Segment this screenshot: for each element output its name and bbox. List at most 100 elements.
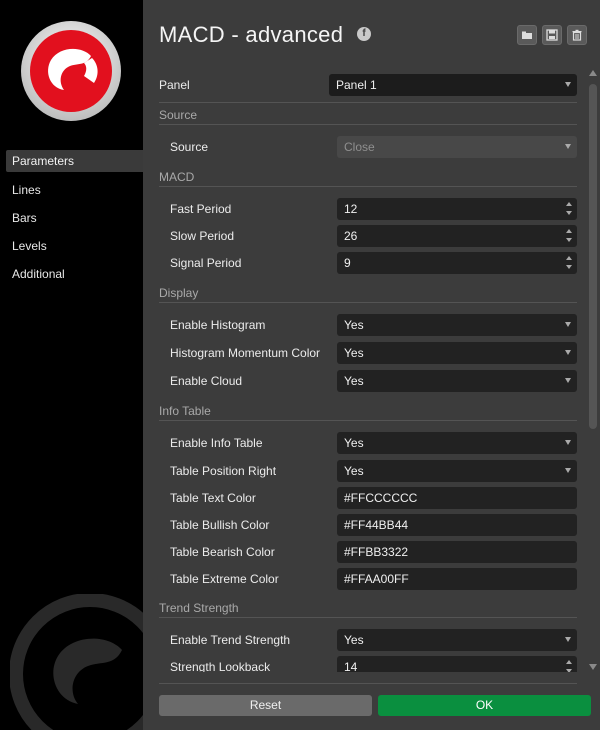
folder-icon <box>522 31 532 39</box>
source-label: Source <box>170 140 209 154</box>
section-title: Display <box>159 286 199 300</box>
source-select[interactable]: Close <box>337 136 577 158</box>
strength-lookback-label: Strength Lookback <box>170 660 271 672</box>
fast-period-stepper[interactable]: 12 <box>337 198 577 220</box>
spinner-icon[interactable] <box>566 229 572 243</box>
section-line <box>159 186 577 187</box>
signal-period-stepper[interactable]: 9 <box>337 252 577 274</box>
sidebar-item-bars[interactable]: Bars <box>0 206 143 234</box>
slow-period-stepper[interactable]: 26 <box>337 225 577 247</box>
chevron-down-icon <box>565 144 571 149</box>
section-line <box>159 617 577 618</box>
sidebar-item-additional[interactable]: Additional <box>0 262 143 290</box>
signal-period-label: Signal Period <box>170 256 242 270</box>
footer-divider <box>159 683 577 684</box>
save-preset-button[interactable] <box>542 25 562 45</box>
chevron-down-icon <box>565 468 571 473</box>
chevron-down-icon <box>565 350 571 355</box>
sidebar-item-lines[interactable]: Lines <box>0 178 143 206</box>
fast-period-label: Fast Period <box>170 202 232 216</box>
enable-trend-strength-value: Yes <box>344 633 364 647</box>
delete-preset-button[interactable] <box>567 25 587 45</box>
table-position-right-select[interactable]: Yes <box>337 460 577 482</box>
enable-info-table-select[interactable]: Yes <box>337 432 577 454</box>
source-select-value: Close <box>344 140 375 154</box>
table-position-right-row: Table Position Right Yes <box>159 460 577 482</box>
histogram-momentum-color-select[interactable]: Yes <box>337 342 577 364</box>
histogram-momentum-color-value: Yes <box>344 346 364 360</box>
table-bearish-color-row: Table Bearish Color #FFBB3322 <box>159 541 577 563</box>
reset-button[interactable]: Reset <box>159 695 372 716</box>
table-text-color-row: Table Text Color #FFCCCCCC <box>159 487 577 509</box>
chevron-down-icon <box>565 82 571 87</box>
panel-select-value: Panel 1 <box>336 78 377 92</box>
enable-histogram-select[interactable]: Yes <box>337 314 577 336</box>
enable-cloud-label: Enable Cloud <box>170 374 243 388</box>
section-title: Info Table <box>159 404 211 418</box>
fast-period-row: Fast Period 12 <box>159 198 577 220</box>
form-scroll-area: Panel Panel 1 Source Source Close MACD F… <box>143 60 600 672</box>
table-extreme-color-value: #FFAA00FF <box>344 572 409 586</box>
table-extreme-color-row: Table Extreme Color #FFAA00FF <box>159 568 577 590</box>
table-position-right-label: Table Position Right <box>170 464 277 478</box>
section-source: Source <box>159 108 577 128</box>
load-preset-button[interactable] <box>517 25 537 45</box>
panel-row: Panel Panel 1 <box>159 74 577 96</box>
info-icon[interactable]: f <box>357 27 372 42</box>
signal-period-value: 9 <box>344 256 351 270</box>
table-bullish-color-value: #FF44BB44 <box>344 518 409 532</box>
section-title: MACD <box>159 170 195 184</box>
sidebar-nav: Parameters Lines Bars Levels Additional <box>0 150 143 290</box>
settings-panel: MACD - advanced f Panel Panel 1 Source So… <box>143 0 600 730</box>
enable-histogram-label: Enable Histogram <box>170 318 266 332</box>
spinner-icon[interactable] <box>566 660 572 672</box>
enable-trend-strength-label: Enable Trend Strength <box>170 633 291 647</box>
enable-trend-strength-row: Enable Trend Strength Yes <box>159 629 577 651</box>
section-trend-strength: Trend Strength <box>159 601 577 621</box>
strength-lookback-stepper[interactable]: 14 <box>337 656 577 672</box>
app-logo <box>20 20 122 122</box>
section-line <box>159 302 577 303</box>
scroll-up-arrow[interactable] <box>589 70 597 76</box>
table-text-color-value: #FFCCCCCC <box>344 491 418 505</box>
spinner-icon[interactable] <box>566 202 572 216</box>
enable-cloud-value: Yes <box>344 374 364 388</box>
table-bearish-color-value: #FFBB3322 <box>344 545 409 559</box>
histogram-momentum-color-label: Histogram Momentum Color <box>170 346 321 360</box>
table-extreme-color-input[interactable]: #FFAA00FF <box>337 568 577 590</box>
enable-histogram-row: Enable Histogram Yes <box>159 314 577 336</box>
table-bullish-color-label: Table Bullish Color <box>170 518 270 532</box>
enable-trend-strength-select[interactable]: Yes <box>337 629 577 651</box>
slow-period-value: 26 <box>344 229 358 243</box>
panel-label: Panel <box>159 78 190 92</box>
fast-period-value: 12 <box>344 202 358 216</box>
chevron-down-icon <box>565 637 571 642</box>
section-title: Trend Strength <box>159 601 239 615</box>
divider <box>159 102 577 103</box>
slow-period-label: Slow Period <box>170 229 235 243</box>
ok-button[interactable]: OK <box>378 695 591 716</box>
table-bearish-color-input[interactable]: #FFBB3322 <box>337 541 577 563</box>
spinner-icon[interactable] <box>566 256 572 270</box>
table-bullish-color-input[interactable]: #FF44BB44 <box>337 514 577 536</box>
section-info-table: Info Table <box>159 404 577 424</box>
section-line <box>159 124 577 125</box>
trash-icon <box>572 29 582 41</box>
table-text-color-label: Table Text Color <box>170 491 256 505</box>
section-line <box>159 420 577 421</box>
table-text-color-input[interactable]: #FFCCCCCC <box>337 487 577 509</box>
signal-period-row: Signal Period 9 <box>159 252 577 274</box>
dialog-title-text: MACD - advanced <box>159 22 344 47</box>
sidebar-item-levels[interactable]: Levels <box>0 234 143 262</box>
enable-cloud-select[interactable]: Yes <box>337 370 577 392</box>
scroll-down-arrow[interactable] <box>589 664 597 670</box>
enable-cloud-row: Enable Cloud Yes <box>159 370 577 392</box>
sidebar-item-parameters[interactable]: Parameters <box>6 150 143 172</box>
slow-period-row: Slow Period 26 <box>159 225 577 247</box>
enable-info-table-row: Enable Info Table Yes <box>159 432 577 454</box>
table-bullish-color-row: Table Bullish Color #FF44BB44 <box>159 514 577 536</box>
enable-info-table-label: Enable Info Table <box>170 436 263 450</box>
histogram-momentum-color-row: Histogram Momentum Color Yes <box>159 342 577 364</box>
scrollbar-thumb[interactable] <box>589 84 597 429</box>
panel-select[interactable]: Panel 1 <box>329 74 577 96</box>
